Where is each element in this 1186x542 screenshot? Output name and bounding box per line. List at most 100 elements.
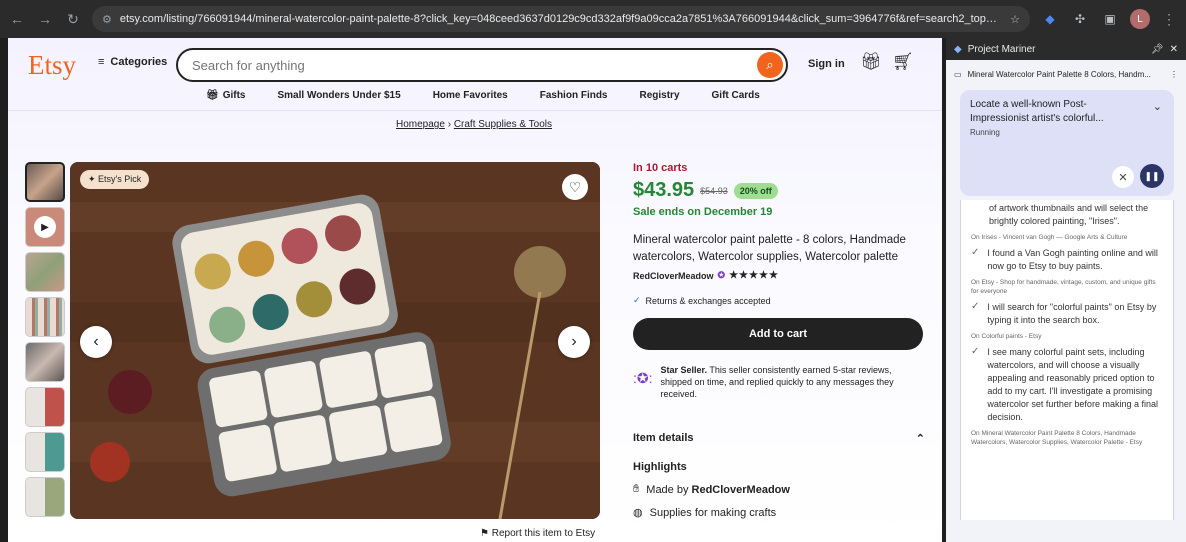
subnav-gift-cards[interactable]: Gift Cards [712,90,760,101]
product-photo [70,162,600,519]
product-info: In 10 carts $43.95 $54.93 20% off Sale e… [633,162,925,519]
subnav-small-wonders[interactable]: Small Wonders Under $15 [277,90,400,101]
star-seller-title: Star Seller. [660,365,708,375]
side-panel-title: Project Mariner [967,43,1036,55]
made-by-shop-link[interactable]: RedCloverMeadow [692,484,790,496]
check-icon: ✓ [971,301,980,312]
thumbnail[interactable] [25,432,65,472]
gift-icon[interactable]: 🎁︎ [860,52,882,72]
subnav: 🎁︎ Gifts Small Wonders Under $15 Home Fav… [206,90,760,101]
product-title: Mineral watercolor paint palette - 8 col… [633,234,906,263]
log-source: On Irises - Vincent van Gogh — Google Ar… [971,234,1128,241]
log-step: ✓ I will search for "colorful paints" on … [971,301,1165,327]
cart-icon[interactable]: 🛒︎ [892,52,914,72]
breadcrumb: Homepage › Craft Supplies & Tools [396,119,552,130]
thumbnail[interactable] [25,252,65,292]
search-icon[interactable]: ⌕ [757,52,783,78]
previous-image-button[interactable]: ‹ [80,326,112,358]
more-icon[interactable]: ⋮ [1170,70,1178,79]
pause-task-button[interactable]: ❚❚ [1140,164,1164,188]
back-icon[interactable]: ← [8,11,26,27]
subnav-home-favorites[interactable]: Home Favorites [433,90,508,101]
etsy-logo[interactable]: Etsy [28,50,76,81]
thumbnail[interactable] [25,342,65,382]
address-bar[interactable]: ⚙ etsy.com/listing/766091944/mineral-wat… [92,6,1030,32]
sign-in-link[interactable]: Sign in [808,58,845,70]
item-details-toggle[interactable]: Item details ⌃ [633,432,925,445]
thumbnail[interactable] [25,297,65,337]
close-icon[interactable]: ✕ [1170,44,1178,55]
gift-small-icon: 🎁︎ [206,90,219,101]
url-text: etsy.com/listing/766091944/mineral-water… [119,13,1003,25]
log-step: ✓ I see many colorful paint sets, includi… [971,346,1165,424]
returns-label: Returns & exchanges accepted [645,295,771,306]
categories-label: Categories [110,56,168,68]
etsy-page: Etsy ≡ Categories ⌕ Sign in 🎁︎ 🛒︎ 🎁︎Gift… [8,38,942,542]
returns-info: ✓ Returns & exchanges accepted [633,295,925,306]
discount-badge: 20% off [733,182,778,199]
thumbnail[interactable] [25,162,65,202]
hamburger-icon: ≡ [98,56,105,68]
site-info-icon[interactable]: ⚙ [102,13,112,26]
star-seller-description: Star Seller. This seller consistently ea… [661,364,925,400]
log-source: On Etsy - Shop for handmade, vintage, cu… [971,279,1156,295]
video-thumbnail[interactable]: ▶ [25,207,65,247]
thumbnail[interactable] [25,387,65,427]
thumbnail[interactable] [25,477,65,517]
task-title: Locate a well-known Post-Impressionist a… [970,99,1104,124]
subnav-gifts[interactable]: 🎁︎ Gifts [206,90,245,101]
current-tab-chip[interactable]: ▭ Mineral Watercolor Paint Palette 8 Col… [954,66,1178,82]
price-row: $43.95 $54.93 20% off [633,179,925,202]
add-to-cart-button[interactable]: Add to cart [633,318,923,350]
chevron-right-icon: › [571,333,577,350]
profile-avatar[interactable]: L [1130,9,1150,29]
task-card: Locate a well-known Post-Impressionist a… [960,90,1174,196]
breadcrumb-separator: › [444,119,454,130]
reload-icon[interactable]: ↻ [64,11,82,28]
product-image[interactable]: ✦ Etsy's Pick ♡ ‹ › [70,162,600,519]
forward-icon[interactable]: → [36,11,54,27]
menu-icon[interactable]: ⋮ [1160,11,1178,28]
subnav-registry[interactable]: Registry [640,90,680,101]
shop-name-link[interactable]: RedCloverMeadow [633,271,714,281]
log-step-text: I see many colorful paint sets, includin… [987,347,1158,422]
stop-task-button[interactable]: ✕ [1112,166,1134,188]
breadcrumb-category[interactable]: Craft Supplies & Tools [454,119,552,130]
current-tab-title: Mineral Watercolor Paint Palette 8 Color… [967,69,1151,79]
log-step: ✓ I found a Van Gogh painting online and … [971,247,1165,273]
categories-button[interactable]: ≡ Categories [98,56,167,68]
log-source: On Mineral Watercolor Paint Palette 8 Co… [971,430,1143,446]
browser-toolbar: ← → ↻ ⚙ etsy.com/listing/766091944/miner… [0,0,1186,38]
rating-stars[interactable]: ★★★★★ [729,270,779,281]
pin-icon[interactable]: 📌︎ [1151,44,1164,55]
log-source: On Colorful paints - Etsy [971,333,1042,340]
supplies-icon: ◍ [633,507,643,519]
header-divider [8,110,942,111]
star-seller-icon: :✪: [633,370,653,386]
thumbnail-list: ▶ [25,162,65,522]
bookmark-star-icon[interactable]: ☆ [1010,13,1020,26]
extension-icon[interactable]: ◆ [1040,9,1060,29]
subnav-label: Gifts [222,90,246,101]
search-box[interactable]: ⌕ [176,48,788,82]
subnav-fashion-finds[interactable]: Fashion Finds [540,90,608,101]
close-icon: ✕ [1118,171,1128,184]
report-label: Report this item to Etsy [491,528,596,539]
next-image-button[interactable]: › [558,326,590,358]
flag-icon: ⚑ [480,528,489,539]
item-details-label: Item details [633,432,694,444]
search-input[interactable] [192,57,757,73]
check-icon: ✓ [971,346,980,357]
supplies-text: Supplies for making crafts [649,506,777,519]
shop-row: RedCloverMeadow ✪ ★★★★★ [633,270,925,281]
sidepanel-icon[interactable]: ▣ [1100,9,1120,29]
report-item-link[interactable]: ⚑ Report this item to Etsy [480,528,595,539]
activity-log[interactable]: of artwork thumbnails and will select th… [960,200,1174,520]
highlight-made-by: ✋︎ Made by RedCloverMeadow [633,483,925,496]
play-icon: ▶ [34,216,56,238]
puzzle-icon[interactable]: ✣ [1070,9,1090,29]
chevron-down-icon[interactable]: ⌄ [1153,100,1162,113]
favorite-heart-button[interactable]: ♡ [562,174,588,200]
breadcrumb-home[interactable]: Homepage [396,119,445,130]
check-icon: ✓ [971,247,980,258]
